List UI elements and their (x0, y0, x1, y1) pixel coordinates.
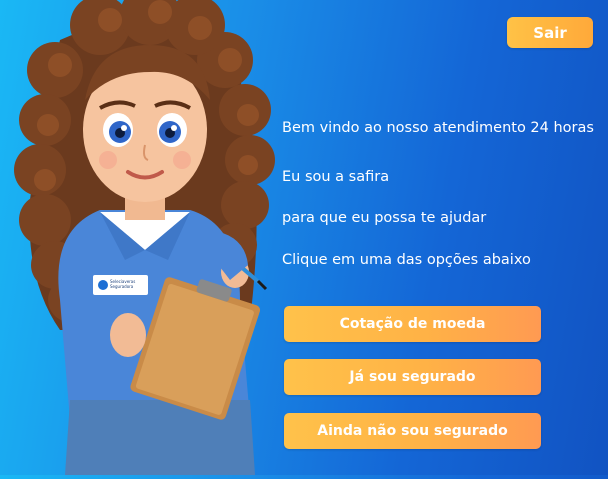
exit-button[interactable]: Sair (507, 17, 593, 48)
badge-text: Seleciaveras Seguradora (110, 279, 136, 289)
welcome-message: Bem vindo ao nosso atendimento 24 horas (282, 120, 594, 136)
assistant-illustration (14, 0, 275, 475)
instruction-message: Clique em uma das opções abaixo (282, 252, 531, 268)
help-message: para que eu possa te ajudar (282, 210, 487, 226)
currency-quote-button[interactable]: Cotação de moeda (284, 306, 541, 342)
assistant-avatar: Seleciaveras Seguradora (0, 0, 290, 475)
already-insured-button[interactable]: Já sou segurado (284, 359, 541, 395)
intro-message: Eu sou a safira (282, 169, 390, 185)
not-insured-button[interactable]: Ainda não sou segurado (284, 413, 541, 449)
